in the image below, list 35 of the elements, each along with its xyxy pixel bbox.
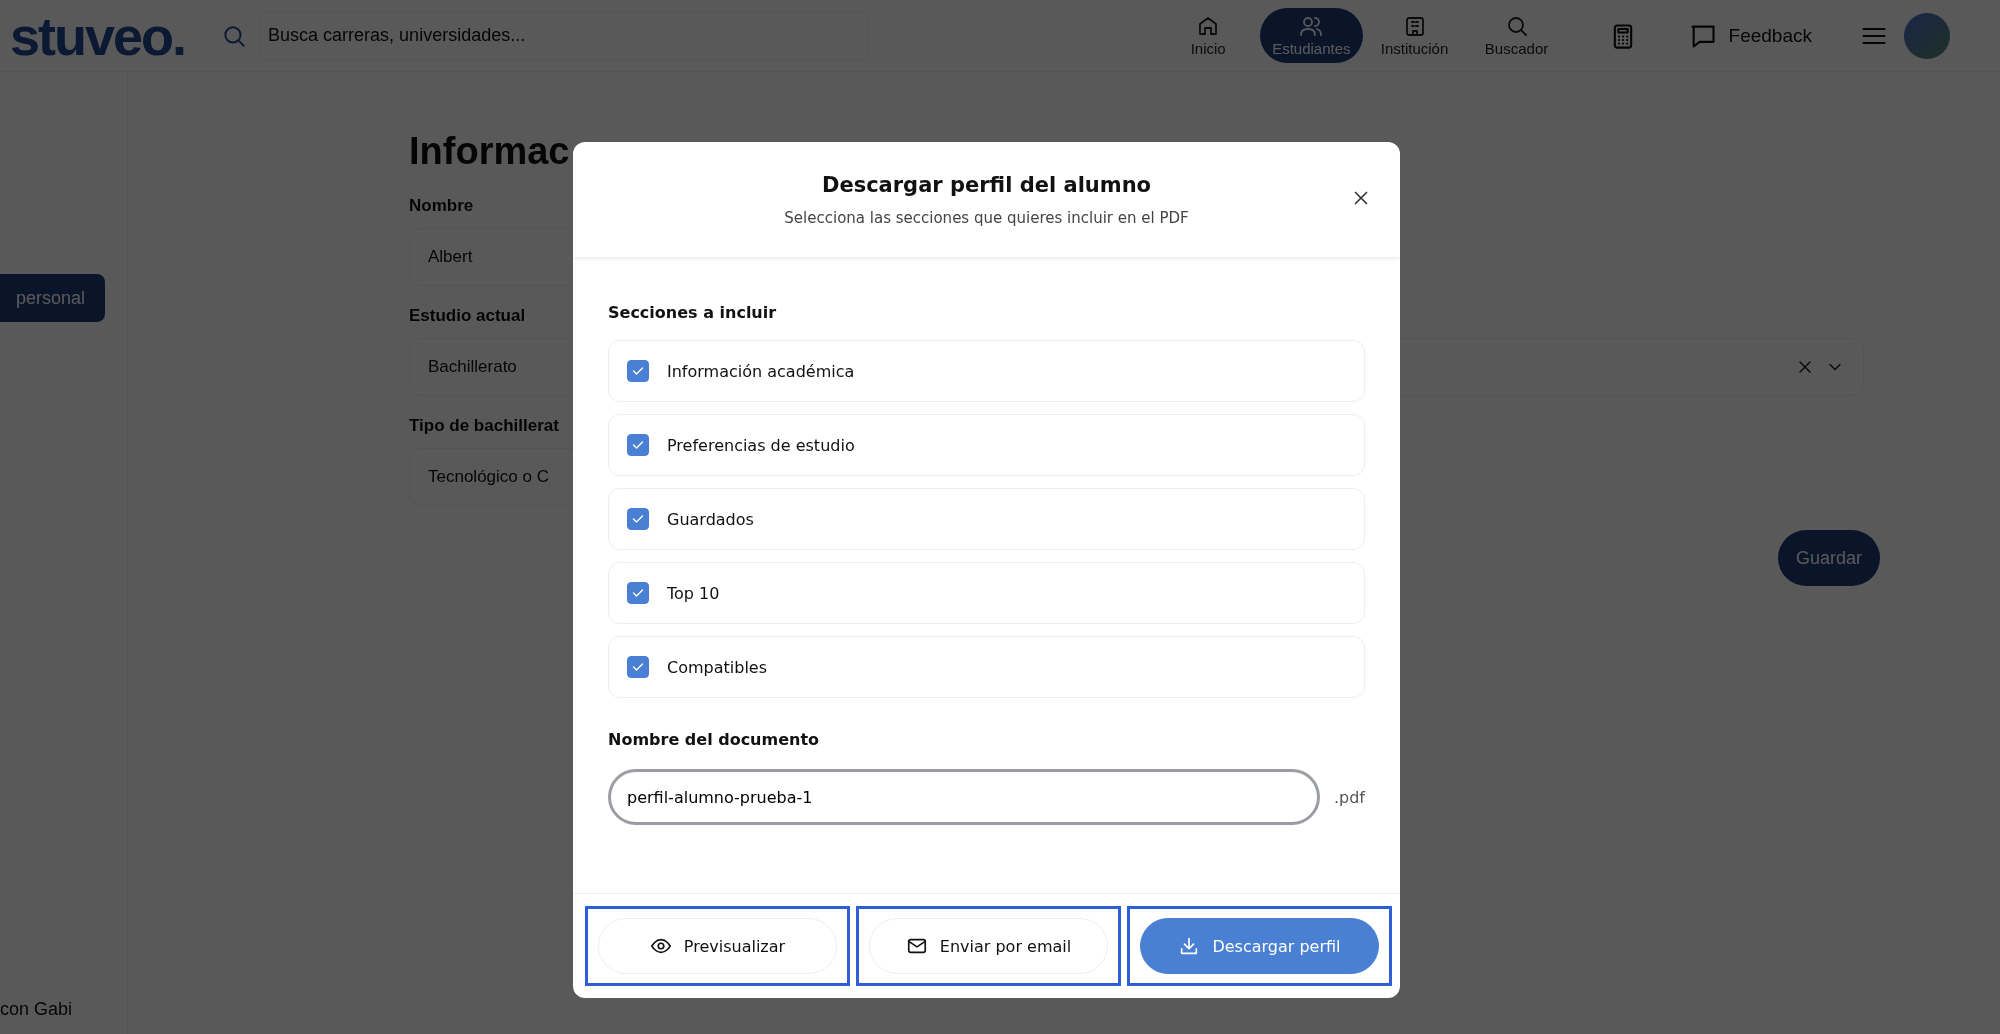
action-button[interactable]: Descargar perfil <box>1140 918 1379 974</box>
section-option[interactable]: Información académica <box>608 340 1365 402</box>
feedback-button[interactable]: Feedback <box>1682 20 1818 51</box>
field-label: Nombre <box>409 196 474 216</box>
checkbox[interactable] <box>627 434 649 456</box>
dialog-subtitle: Selecciona las secciones que quieres incluir en el PDF <box>784 208 1189 227</box>
logo[interactable]: stuveo. <box>10 8 186 63</box>
action-button[interactable]: Enviar por email <box>869 918 1108 974</box>
dialog-title: Descargar perfil del alumno <box>821 172 1152 197</box>
field-label: Estudio actual <box>409 306 526 326</box>
section-heading: Secciones a incluir <box>608 303 778 322</box>
sidebar-item[interactable]: personal <box>0 274 105 322</box>
sidebar-item[interactable]: con Gabi <box>0 993 105 1026</box>
nav-tab[interactable]: Buscador <box>1466 8 1567 63</box>
nav-tab[interactable]: Inicio <box>1158 8 1259 63</box>
page-title: Informac <box>409 132 571 170</box>
checkbox[interactable] <box>627 656 649 678</box>
search-field[interactable]: Busca carreras, universidades... <box>259 10 870 61</box>
action-button[interactable]: Previsualizar <box>598 918 837 974</box>
nav-tab[interactable]: Estudiantes <box>1260 8 1363 63</box>
section-option[interactable]: Guardados <box>608 488 1365 550</box>
field-label: Nombre del documento <box>608 730 821 749</box>
nav-tab[interactable]: Institución <box>1364 8 1465 63</box>
checkbox[interactable] <box>627 508 649 530</box>
section-option[interactable]: Compatibles <box>608 636 1365 698</box>
extension-label: .pdf <box>1333 787 1365 807</box>
save-button[interactable]: Guardar <box>1777 530 1880 586</box>
avatar[interactable] <box>1904 12 1950 59</box>
users-icon <box>1299 14 1324 38</box>
filename-field[interactable]: perfil-alumno-prueba-1 <box>608 769 1320 825</box>
section-option[interactable]: Top 10 <box>608 562 1365 624</box>
checkbox[interactable] <box>627 360 649 382</box>
checkbox[interactable] <box>627 582 649 604</box>
field-label: Tipo de bachillerat <box>409 416 559 436</box>
section-option[interactable]: Preferencias de estudio <box>608 414 1365 476</box>
